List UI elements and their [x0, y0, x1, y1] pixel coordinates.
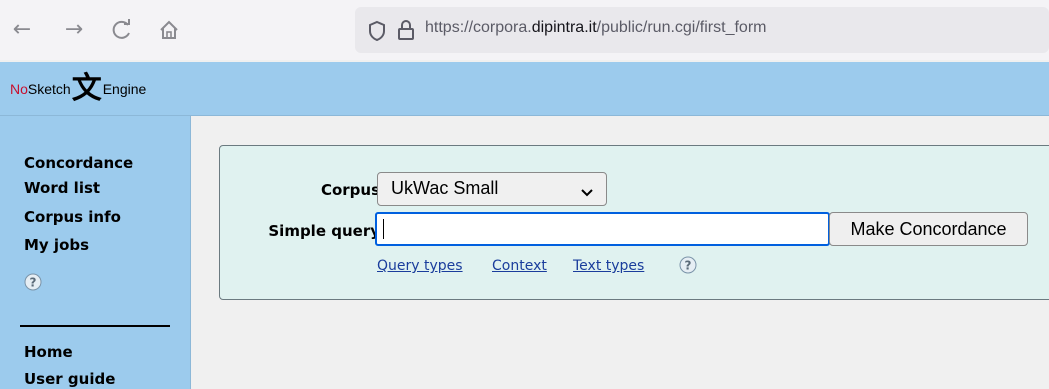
reload-icon[interactable] [108, 16, 136, 44]
sidebar-item-user-guide[interactable]: User guide [24, 370, 115, 388]
forward-arrow-icon[interactable]: → [60, 16, 88, 44]
sidebar-item-corpus-info[interactable]: Corpus info [24, 208, 121, 226]
help-icon[interactable]: ? [24, 273, 42, 295]
site-header: No Sketch 文 Engine [0, 62, 1049, 116]
help-icon[interactable]: ? [679, 256, 697, 278]
lock-icon[interactable] [397, 19, 415, 45]
query-types-link[interactable]: Query types [377, 258, 463, 274]
make-concordance-button[interactable]: Make Concordance [829, 212, 1028, 246]
simple-query-label: Simple query: [268, 222, 386, 240]
home-icon[interactable] [155, 16, 183, 44]
browser-toolbar: ← → https://corpora.dipintra.it/public/r… [0, 0, 1049, 60]
simple-query-input[interactable] [375, 212, 830, 246]
corpus-label: Corpus: [320, 181, 386, 199]
sidebar-item-word-list[interactable]: Word list [24, 179, 100, 197]
chevron-down-icon [580, 183, 594, 202]
back-arrow-icon[interactable]: ← [8, 16, 36, 44]
context-link[interactable]: Context [492, 258, 547, 274]
query-form-panel: Corpus: UkWac Small Simple query: Make C… [219, 145, 1049, 300]
text-caret [383, 219, 384, 239]
text-types-link[interactable]: Text types [573, 258, 644, 274]
corpus-select[interactable]: UkWac Small [377, 172, 607, 206]
corpus-selected-value: UkWac Small [391, 178, 499, 198]
sidebar: Concordance Word list Corpus info My job… [0, 116, 191, 389]
url-text[interactable]: https://corpora.dipintra.it/public/run.c… [425, 19, 766, 37]
sidebar-item-concordance[interactable]: Concordance [24, 154, 133, 172]
svg-text:?: ? [30, 276, 37, 290]
shield-icon[interactable] [367, 20, 387, 46]
address-bar[interactable]: https://corpora.dipintra.it/public/run.c… [355, 7, 1049, 53]
sidebar-item-my-jobs[interactable]: My jobs [24, 236, 89, 254]
svg-text:?: ? [685, 259, 692, 273]
sidebar-item-home[interactable]: Home [24, 343, 73, 361]
noske-logo[interactable]: No Sketch 文 Engine [10, 73, 146, 105]
sidebar-divider [20, 325, 170, 327]
